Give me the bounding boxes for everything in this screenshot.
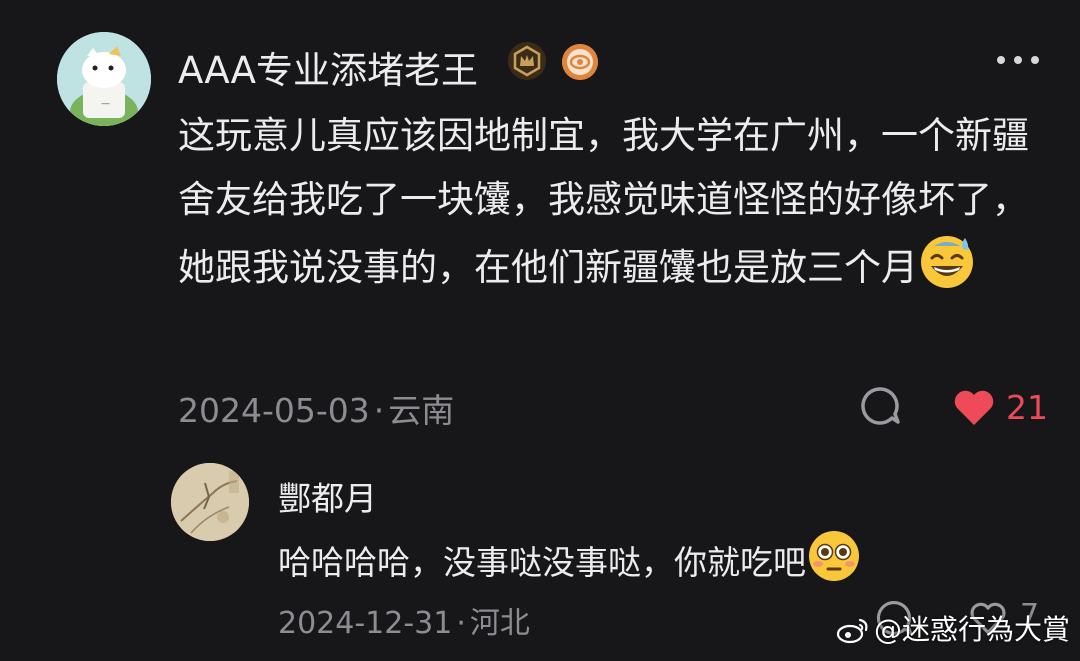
comment-meta: 2024-05-03 · 云南 xyxy=(178,384,454,432)
avatar[interactable]: — xyxy=(57,32,151,126)
avatar[interactable] xyxy=(171,463,249,541)
username[interactable]: AAA专业添堵老王 xyxy=(178,40,478,94)
more-options-icon[interactable] xyxy=(994,50,1042,70)
svg-text:—: — xyxy=(101,99,110,109)
grinning-sweat-emoji xyxy=(918,232,976,310)
comment-location: 云南 xyxy=(388,391,455,430)
comment-body: 这玩意儿真应该因地制宜，我大学在广州，一个新疆舍友给我吃了一块馕，我感觉味道怪怪… xyxy=(178,114,1029,289)
level-badge-icon xyxy=(508,42,546,80)
watermark: @迷惑行為大賞 xyxy=(836,608,1070,651)
comment-text: 哈哈哈哈，没事哒没事哒，你就吃吧 xyxy=(278,528,862,603)
weibo-logo-icon xyxy=(836,616,870,651)
like-count: 21 xyxy=(1006,388,1048,427)
meta-separator: · xyxy=(456,606,466,641)
eye-badge-icon xyxy=(562,44,598,80)
meta-separator: · xyxy=(373,391,385,430)
comment-location: 河北 xyxy=(469,606,530,641)
watermark-text: @迷惑行為大賞 xyxy=(873,613,1070,646)
comment-date: 2024-12-31 xyxy=(278,606,453,641)
reply-icon[interactable] xyxy=(858,384,902,428)
comment-text: 这玩意儿真应该因地制宜，我大学在广州，一个新疆舍友给我吃了一块馕，我感觉味道怪怪… xyxy=(178,104,1058,310)
flushed-emoji xyxy=(806,528,862,603)
username[interactable]: 酆都月 xyxy=(278,472,377,520)
comment-date: 2024-05-03 xyxy=(178,391,370,430)
comment-body: 哈哈哈哈，没事哒没事哒，你就吃吧 xyxy=(278,543,806,582)
comment-meta: 2024-12-31 · 河北 xyxy=(278,598,530,642)
heart-icon[interactable] xyxy=(952,387,996,427)
